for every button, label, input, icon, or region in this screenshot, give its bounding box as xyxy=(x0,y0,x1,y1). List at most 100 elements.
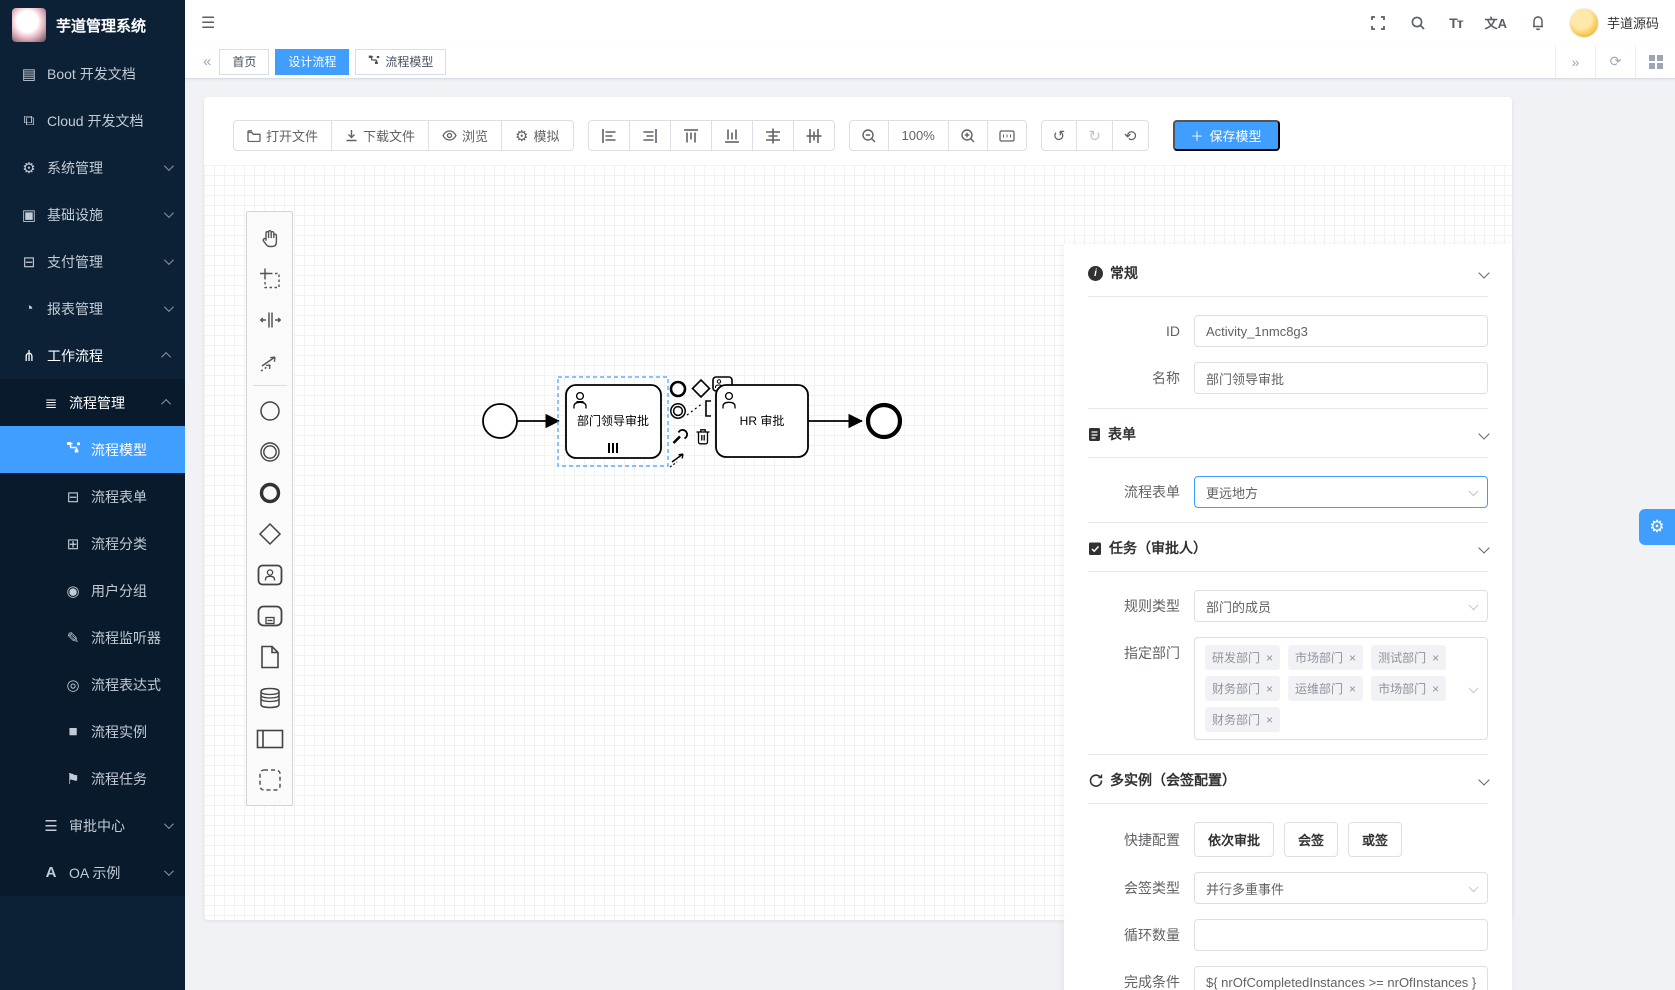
sidebar-item-report[interactable]: ◔报表管理 xyxy=(0,285,185,332)
remove-tag-icon[interactable]: × xyxy=(1432,651,1439,665)
sidebar-item-system[interactable]: ⚙系统管理 xyxy=(0,144,185,191)
remove-tag-icon[interactable]: × xyxy=(1266,651,1273,665)
remove-tag-icon[interactable]: × xyxy=(1266,713,1273,727)
sidebar-item-process-instance[interactable]: ■流程实例 xyxy=(0,708,185,755)
sidebar-item-process-form[interactable]: ⊟流程表单 xyxy=(0,473,185,520)
simulate-button[interactable]: ⚙模拟 xyxy=(502,120,573,151)
user-menu[interactable]: 芋道源码 xyxy=(1569,8,1659,38)
save-model-button[interactable]: ＋保存模型 xyxy=(1173,120,1280,151)
chevron-down-icon xyxy=(164,208,174,218)
quick-config-label: 快捷配置 xyxy=(1088,824,1180,856)
download-file-button[interactable]: 下载文件 xyxy=(332,120,429,151)
workflow-icon: ⋔ xyxy=(20,347,38,365)
start-event[interactable] xyxy=(483,404,517,438)
scroll-left-icon[interactable]: « xyxy=(195,53,219,70)
remove-tag-icon[interactable]: × xyxy=(1349,651,1356,665)
restart-button[interactable]: ⟲ xyxy=(1113,120,1149,151)
sidebar-item-boot-docs[interactable]: ▤Boot 开发文档 xyxy=(0,50,185,97)
undo-button[interactable]: ↺ xyxy=(1041,120,1078,151)
connect-tool-icon[interactable] xyxy=(670,454,683,467)
align-bottom-button[interactable] xyxy=(712,120,753,151)
tab-process-model[interactable]: 流程模型 xyxy=(355,49,446,75)
dept-tag: 市场部门× xyxy=(1371,676,1446,701)
append-intermediate-event-icon[interactable] xyxy=(671,404,685,418)
sidebar-item-process-category[interactable]: ⊞流程分类 xyxy=(0,520,185,567)
search-icon[interactable] xyxy=(1409,14,1427,32)
language-icon[interactable]: 文A xyxy=(1485,13,1507,32)
loop-count-input[interactable] xyxy=(1206,928,1476,943)
sidebar-item-process-mgmt[interactable]: ≣流程管理 xyxy=(0,379,185,426)
designer-toolbar: 打开文件 下载文件 浏览 ⚙模拟 100% xyxy=(233,120,1492,151)
append-gateway-icon[interactable] xyxy=(693,380,710,397)
hamburger-icon[interactable]: ☰ xyxy=(201,13,215,33)
open-file-button[interactable]: 打开文件 xyxy=(233,120,332,151)
zoom-fit-button[interactable] xyxy=(988,120,1027,151)
align-middle-button[interactable] xyxy=(794,120,835,151)
chevron-down-icon xyxy=(1478,428,1489,439)
app-title: 芋道管理系统 xyxy=(56,15,146,36)
align-left-button[interactable] xyxy=(588,120,630,151)
bookmark-icon: ⚑ xyxy=(64,770,82,788)
wrench-icon[interactable] xyxy=(674,430,688,443)
name-input[interactable] xyxy=(1206,371,1476,386)
rule-type-select[interactable]: 部门的成员 xyxy=(1194,590,1488,622)
zoom-in-button[interactable] xyxy=(949,120,988,151)
align-top-button[interactable] xyxy=(671,120,712,151)
align-center-button[interactable] xyxy=(753,120,794,151)
layout-grid-icon[interactable] xyxy=(1635,45,1675,78)
sidebar-item-process-model[interactable]: 流程模型 xyxy=(0,426,185,473)
section-task[interactable]: 任务（审批人） xyxy=(1088,523,1488,572)
sidebar-item-cloud-docs[interactable]: ⧉Cloud 开发文档 xyxy=(0,97,185,144)
panel-settings-button[interactable]: ⚙ xyxy=(1639,509,1675,545)
dept-tag: 市场部门× xyxy=(1288,645,1363,670)
chevron-down-icon xyxy=(164,161,174,171)
sidebar-item-workflow[interactable]: ⋔工作流程 xyxy=(0,332,185,379)
trash-icon[interactable] xyxy=(697,430,710,444)
sidebar-item-process-expression[interactable]: ◎流程表达式 xyxy=(0,661,185,708)
section-general[interactable]: i 常规 xyxy=(1088,248,1488,297)
loop-count-label: 循环数量 xyxy=(1088,919,1180,951)
zoom-level[interactable]: 100% xyxy=(889,120,949,151)
section-multi-instance[interactable]: 多实例（会签配置） xyxy=(1088,755,1488,804)
form-icon xyxy=(1088,427,1101,442)
process-form-select[interactable]: 更远地方 xyxy=(1194,476,1488,508)
zoom-out-button[interactable] xyxy=(849,120,889,151)
sign-type-select[interactable]: 并行多重事件 xyxy=(1194,872,1488,904)
remove-tag-icon[interactable]: × xyxy=(1349,682,1356,696)
append-end-event-icon[interactable] xyxy=(671,382,685,396)
scroll-right-icon[interactable]: » xyxy=(1555,45,1595,78)
sidebar-item-oa-example[interactable]: AOA 示例 xyxy=(0,849,185,896)
tab-home[interactable]: 首页 xyxy=(219,49,269,75)
refresh-tab-icon[interactable]: ⟳ xyxy=(1595,45,1635,78)
preview-button[interactable]: 浏览 xyxy=(429,120,502,151)
countersign-button[interactable]: 会签 xyxy=(1284,822,1338,857)
remove-tag-icon[interactable]: × xyxy=(1266,682,1273,696)
top-navbar: ☰ Tт 文A 芋道源码 xyxy=(185,0,1675,45)
append-text-annotation-icon[interactable] xyxy=(706,401,711,416)
sequential-approve-button[interactable]: 依次审批 xyxy=(1194,822,1274,857)
sidebar-item-user-group[interactable]: ◉用户分组 xyxy=(0,567,185,614)
align-right-button[interactable] xyxy=(630,120,671,151)
redo-button[interactable]: ↻ xyxy=(1077,120,1113,151)
user-task-1[interactable]: 部门领导审批 xyxy=(566,385,661,458)
complete-condition-input[interactable] xyxy=(1206,975,1476,990)
tab-design-process[interactable]: 设计流程 xyxy=(275,49,349,75)
end-event[interactable] xyxy=(868,405,900,437)
sidebar-item-process-task[interactable]: ⚑流程任务 xyxy=(0,755,185,802)
bell-icon[interactable] xyxy=(1529,14,1547,32)
user-task-2[interactable]: HR 审批 xyxy=(716,385,808,457)
or-sign-button[interactable]: 或签 xyxy=(1348,822,1402,857)
dept-multiselect[interactable]: 研发部门× 市场部门× 测试部门× 财务部门× 运维部门× 市场部门× 财务部门… xyxy=(1194,637,1488,740)
id-input[interactable] xyxy=(1206,324,1476,339)
fullscreen-icon[interactable] xyxy=(1369,14,1387,32)
sidebar-item-approval-center[interactable]: ☰审批中心 xyxy=(0,802,185,849)
complete-condition-label: 完成条件 xyxy=(1088,966,1180,990)
chevron-up-icon xyxy=(161,352,171,362)
loop-count-input-wrap xyxy=(1194,919,1488,951)
remove-tag-icon[interactable]: × xyxy=(1432,682,1439,696)
section-form[interactable]: 表单 xyxy=(1088,409,1488,458)
sidebar-item-infra[interactable]: ▣基础设施 xyxy=(0,191,185,238)
sidebar-item-process-listener[interactable]: ✎流程监听器 xyxy=(0,614,185,661)
sidebar-item-payment[interactable]: ⊟支付管理 xyxy=(0,238,185,285)
font-size-icon[interactable]: Tт xyxy=(1449,15,1462,31)
